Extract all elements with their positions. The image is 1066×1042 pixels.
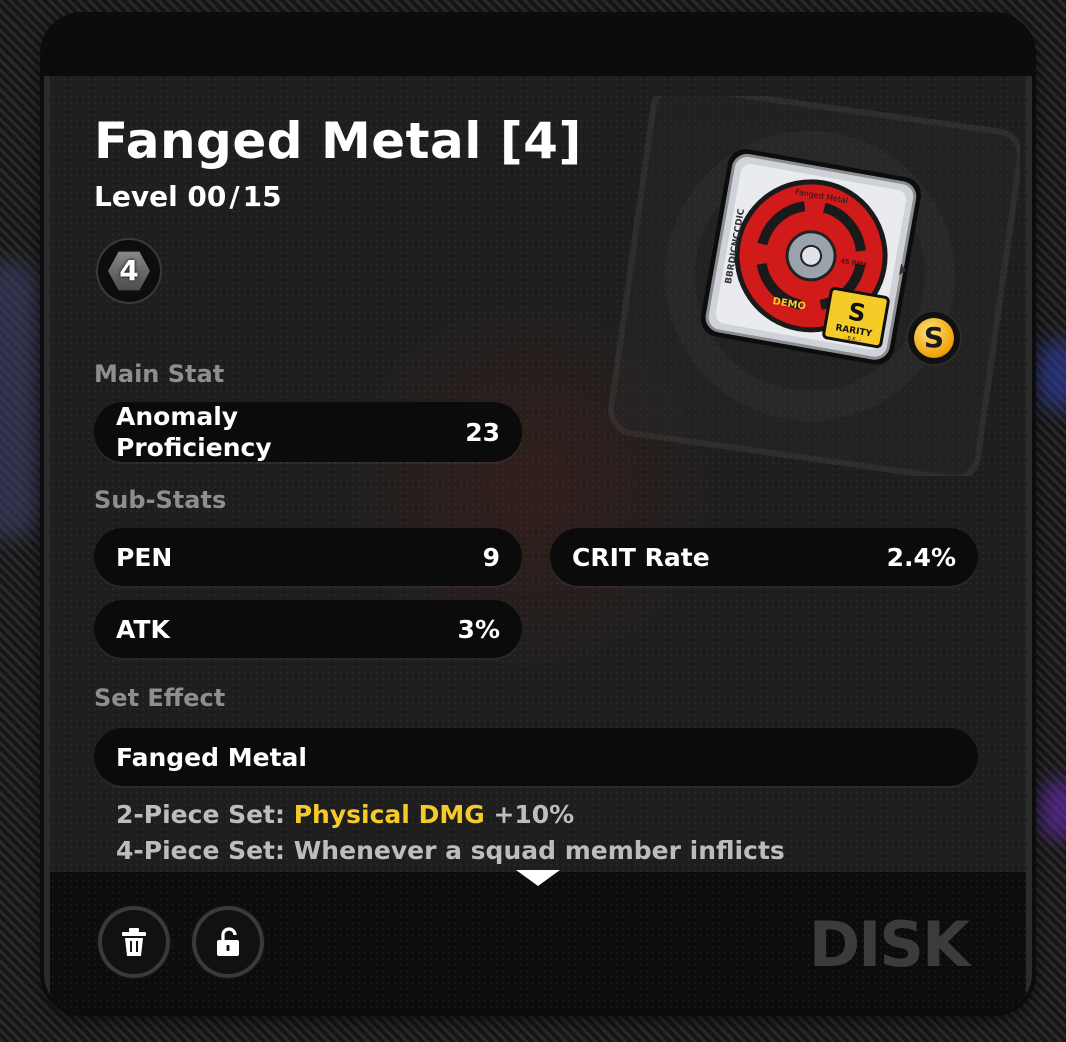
disk-title: Fanged Metal [4]	[94, 112, 582, 170]
sub-stat-row: CRIT Rate 2.4%	[550, 528, 978, 586]
two-piece-effect: 2-Piece Set: Physical DMG +10%	[116, 800, 574, 829]
card-body: Fanged Metal [4] Level 00/15 4 Fanged Me…	[50, 76, 1026, 1012]
four-piece-text: Whenever a squad member inflicts	[293, 836, 785, 865]
main-stat-heading: Main Stat	[94, 360, 225, 388]
sub-stat-name: PEN	[116, 542, 173, 572]
sub-stat-row: ATK 3%	[94, 600, 522, 658]
card-header-bar	[44, 16, 1032, 76]
background-blur-right	[1036, 340, 1066, 410]
sub-stat-name: ATK	[116, 614, 170, 644]
four-piece-prefix: 4-Piece Set:	[116, 836, 286, 865]
level-readout: Level 00/15	[94, 180, 282, 213]
sub-stat-name: CRIT Rate	[572, 542, 710, 572]
sub-stats-heading: Sub-Stats	[94, 486, 227, 514]
rank-badge: S	[908, 312, 960, 364]
rank-letter: S	[914, 318, 954, 358]
main-stat-row: Anomaly Proficiency 23	[94, 402, 522, 462]
sub-stat-value: 3%	[457, 614, 500, 644]
slot-badge: 4	[98, 240, 160, 302]
two-piece-prefix: 2-Piece Set:	[116, 800, 286, 829]
sub-stat-value: 2.4%	[886, 542, 956, 572]
level-label: Level	[94, 180, 178, 213]
background-blur-left	[0, 260, 40, 540]
set-effect-heading: Set Effect	[94, 684, 226, 712]
delete-button[interactable]	[102, 910, 166, 974]
disk-item-image: Fanged Metal DEMO 45 RPM BBRDICNCCDIC S …	[700, 149, 922, 365]
sub-stat-row: PEN 9	[94, 528, 522, 586]
main-stat-value: 23	[465, 417, 500, 447]
trash-icon	[122, 928, 146, 956]
background-blur-right-purple	[1040, 780, 1066, 840]
category-watermark: DISK	[808, 908, 970, 981]
card-footer: DISK	[50, 870, 1026, 1012]
four-piece-effect: 4-Piece Set: Whenever a squad member inf…	[116, 836, 785, 865]
chevron-down-icon[interactable]	[516, 870, 560, 886]
set-name-row: Fanged Metal	[94, 728, 978, 786]
main-stat-name-line2: Proficiency	[116, 433, 272, 462]
two-piece-suffix: +10%	[493, 800, 575, 829]
set-name: Fanged Metal	[116, 742, 307, 772]
main-stat-name-line1: Anomaly	[116, 402, 239, 431]
sub-stat-value: 9	[482, 542, 500, 572]
slot-number: 4	[119, 254, 139, 287]
disk-detail-card: Fanged Metal [4] Level 00/15 4 Fanged Me…	[44, 16, 1032, 1012]
level-current: 00	[187, 180, 227, 213]
main-stat-name: Anomaly Proficiency	[116, 402, 272, 462]
level-max: 15	[242, 180, 282, 213]
lock-toggle-button[interactable]	[196, 910, 260, 974]
unlock-icon	[217, 927, 239, 956]
two-piece-highlight: Physical DMG	[293, 800, 485, 829]
level-separator: /	[229, 180, 240, 213]
